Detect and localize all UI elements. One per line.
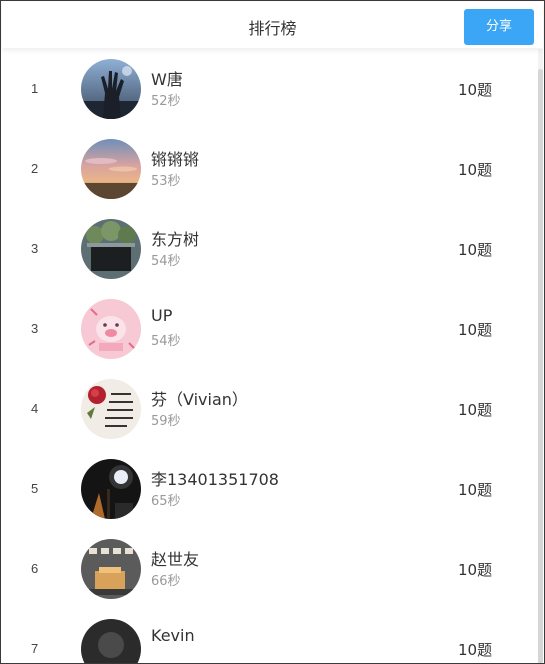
sunset-sky-icon [81, 139, 141, 199]
rank-number: 4 [31, 401, 39, 416]
leaderboard-row[interactable]: 3 东方树 54秒 10题 [2, 209, 536, 289]
leaderboard-row[interactable]: 6 赵世友 66秒 10题 [2, 529, 536, 609]
avatar [81, 299, 141, 359]
hand-silhouette-icon [81, 59, 141, 119]
completion-time: 54秒 [151, 334, 181, 349]
player-name: UP [151, 306, 173, 325]
completion-time: 54秒 [151, 254, 181, 269]
avatar [81, 459, 141, 519]
night-moon-icon [81, 459, 141, 519]
rose-calligraphy-icon [81, 379, 141, 439]
plants-box-icon [81, 219, 141, 279]
completion-time: 59秒 [151, 414, 181, 429]
player-name: 李13401351708 [151, 470, 279, 489]
flower-moon-calligraphy-icon [81, 539, 141, 599]
rank-number: 7 [31, 641, 39, 656]
score: 10题 [458, 401, 493, 419]
score: 10题 [458, 81, 493, 99]
rank-number: 3 [31, 321, 39, 336]
completion-time: 53秒 [151, 174, 181, 189]
player-name: 芬（Vivian） [151, 390, 248, 409]
scrollbar-thumb[interactable] [538, 69, 543, 663]
player-name: Kevin [151, 626, 195, 645]
avatar [81, 619, 141, 663]
avatar [81, 219, 141, 279]
avatar [81, 139, 141, 199]
leaderboard-row[interactable]: 5 李13401351708 65秒 10题 [2, 449, 536, 529]
player-name: W唐 [151, 70, 183, 89]
leaderboard-list: 1 W唐 52秒 10题 2 锵锵锵 53秒 10题 3 东方树 54秒 10题… [2, 49, 536, 663]
completion-time: 66秒 [151, 574, 181, 589]
top-bar: 排行榜 分享 [2, 2, 543, 48]
leaderboard-row[interactable]: 7 Kevin 10题 [2, 609, 536, 663]
avatar [81, 379, 141, 439]
completion-time: 52秒 [151, 94, 181, 109]
avatar [81, 59, 141, 119]
leaderboard-row[interactable]: 4 芬（Vivian） 59秒 10题 [2, 369, 536, 449]
rank-number: 6 [31, 561, 39, 576]
score: 10题 [458, 561, 493, 579]
score: 10题 [458, 321, 493, 339]
player-name: 东方树 [151, 230, 200, 249]
rank-number: 1 [31, 81, 39, 96]
score: 10题 [458, 481, 493, 499]
leaderboard-row[interactable]: 1 W唐 52秒 10题 [2, 49, 536, 129]
completion-time: 65秒 [151, 494, 181, 509]
list-scrollbar[interactable] [538, 49, 543, 663]
app-frame: 排行榜 分享 1 W唐 52秒 10题 2 锵锵锵 53秒 10题 3 东方树 … [0, 0, 545, 664]
rank-number: 2 [31, 161, 39, 176]
score: 10题 [458, 641, 493, 659]
player-name: 锵锵锵 [151, 150, 200, 169]
rank-number: 3 [31, 241, 39, 256]
share-button[interactable]: 分享 [464, 9, 534, 45]
player-name: 赵世友 [151, 550, 200, 569]
rank-number: 5 [31, 481, 39, 496]
leaderboard-row[interactable]: 2 锵锵锵 53秒 10题 [2, 129, 536, 209]
pink-cartoon-pig-icon [81, 299, 141, 359]
avatar [81, 539, 141, 599]
leaderboard-row[interactable]: 3 UP 54秒 10题 [2, 289, 536, 369]
score: 10题 [458, 241, 493, 259]
score: 10题 [458, 161, 493, 179]
dark-portrait-icon [81, 619, 141, 663]
page-title: 排行榜 [248, 19, 297, 38]
